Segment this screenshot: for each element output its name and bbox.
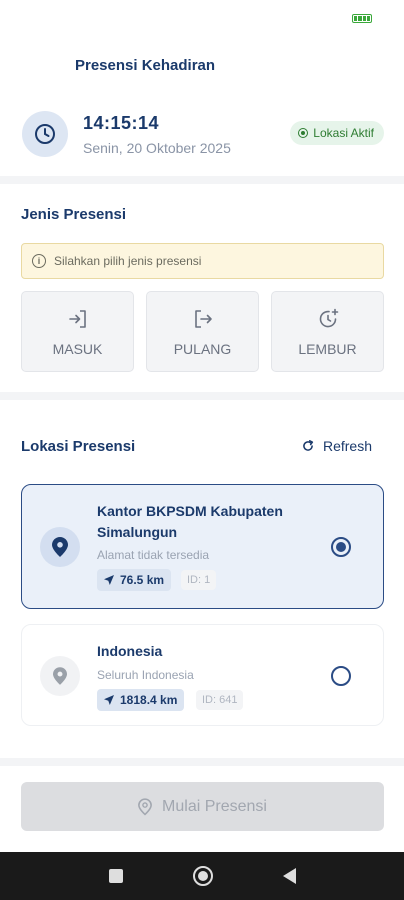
attendance-type-title: Jenis Presensi (21, 206, 127, 223)
lembur-label: LEMBUR (298, 340, 357, 357)
overtime-icon (319, 308, 338, 327)
masuk-label: MASUK (52, 340, 103, 357)
refresh-label: Refresh (322, 438, 372, 454)
info-icon: i (32, 254, 46, 268)
system-navigation-bar (0, 852, 404, 900)
status-bar (0, 0, 404, 40)
location-radio-unselected[interactable] (331, 666, 351, 686)
location-name: Kantor BKPSDM Kabupaten Simalungun (97, 503, 283, 540)
action-area: Mulai Presensi (0, 766, 404, 852)
distance-value: 76.5 km (120, 573, 165, 587)
location-address: Seluruh Indonesia (97, 668, 194, 682)
location-pin-icon (40, 527, 80, 567)
distance-value: 1818.4 km (120, 693, 178, 707)
location-status-badge: Lokasi Aktif (290, 121, 384, 145)
info-banner: i Silahkan pilih jenis presensi (21, 243, 384, 279)
location-card: Lokasi Presensi Refresh Kantor BKPSDM Ka… (0, 400, 404, 758)
location-section-title: Lokasi Presensi (21, 438, 136, 455)
location-pin-icon (138, 797, 152, 815)
login-icon (68, 309, 86, 328)
location-address: Alamat tidak tersedia (97, 548, 210, 562)
location-item-bkpsdm[interactable]: Kantor BKPSDM Kabupaten Simalungun Alama… (21, 484, 384, 609)
current-date: Senin, 20 Oktober 2025 (83, 140, 231, 156)
refresh-button[interactable]: Refresh (301, 438, 372, 454)
location-pin-icon (40, 656, 80, 696)
attendance-type-card: Jenis Presensi i Silahkan pilih jenis pr… (0, 184, 404, 392)
location-id: ID: 1 (181, 570, 217, 590)
home-button[interactable] (192, 866, 213, 886)
distance-chip: 1818.4 km (97, 689, 185, 711)
navigation-arrow-icon (104, 695, 114, 705)
info-text: Silahkan pilih jenis presensi (54, 254, 202, 268)
attendance-header: Presensi Kehadiran 14:15:14 Senin, 20 Ok… (0, 40, 404, 176)
current-time: 14:15:14 (83, 113, 160, 133)
location-id: ID: 641 (196, 690, 244, 710)
status-dot-icon (298, 128, 309, 138)
recent-apps-button[interactable] (108, 869, 123, 883)
page-title: Presensi Kehadiran (75, 57, 216, 74)
location-item-indonesia[interactable]: Indonesia Seluruh Indonesia 1818.4 km ID… (21, 624, 384, 726)
battery-icon (352, 14, 372, 23)
location-radio-selected[interactable] (331, 537, 351, 557)
lembur-button[interactable]: LEMBUR (271, 291, 384, 372)
masuk-button[interactable]: MASUK (21, 291, 134, 372)
start-attendance-label: Mulai Presensi (162, 797, 267, 815)
location-name: Indonesia (97, 643, 163, 659)
distance-chip: 76.5 km (97, 569, 172, 591)
navigation-arrow-icon (104, 575, 114, 585)
location-status-label: Lokasi Aktif (313, 126, 374, 140)
start-attendance-button[interactable]: Mulai Presensi (21, 782, 384, 831)
clock-icon (22, 111, 68, 157)
back-button[interactable] (282, 868, 296, 884)
refresh-icon (303, 439, 314, 451)
pulang-button[interactable]: PULANG (146, 291, 259, 372)
pulang-label: PULANG (173, 340, 232, 357)
logout-icon (194, 309, 212, 328)
